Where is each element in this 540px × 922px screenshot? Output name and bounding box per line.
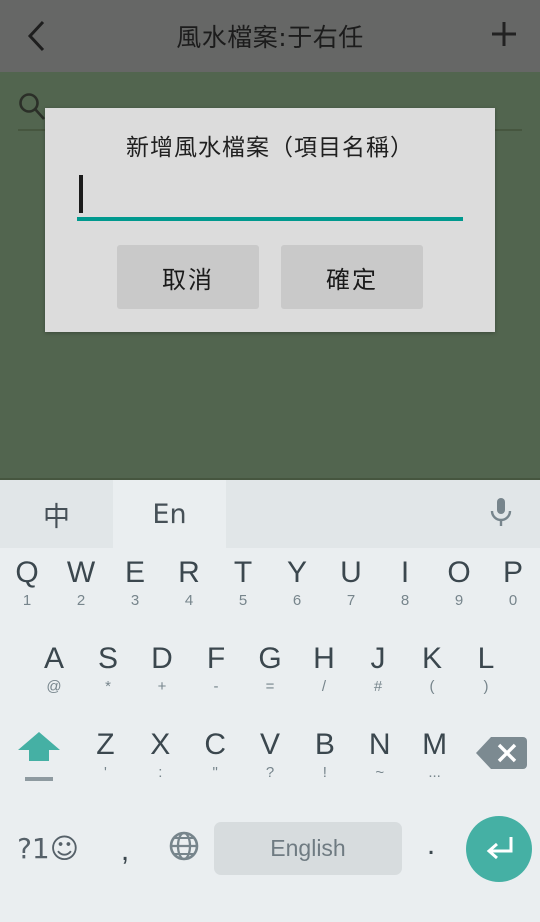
input-underline — [77, 217, 463, 221]
key-d[interactable]: D + — [135, 634, 189, 720]
symbol-switch-key[interactable]: ?1☺ — [0, 812, 96, 884]
key-v[interactable]: V? — [243, 720, 298, 806]
dialog-input-wrapper — [77, 170, 463, 221]
microphone-button[interactable] — [462, 480, 540, 548]
on-screen-keyboard: 中 En Q1 W2 E3 R4 T5 Y6 U7 I8 O9 P 0 A @ … — [0, 478, 540, 922]
key-s[interactable]: S * — [81, 634, 135, 720]
backspace-key[interactable] — [462, 720, 540, 806]
key-q[interactable]: Q1 — [0, 548, 54, 634]
dialog-title: 新增風水檔案（項目名稱） — [126, 135, 414, 161]
key-t[interactable]: T5 — [216, 548, 270, 634]
shift-arrow-icon — [16, 730, 62, 769]
key-u[interactable]: U7 — [324, 548, 378, 634]
shift-indicator — [25, 777, 53, 781]
dialog-button-row: 取消 確定 — [45, 245, 495, 309]
key-n[interactable]: N ~ — [352, 720, 407, 806]
key-l[interactable]: L) — [459, 634, 513, 720]
space-key[interactable]: English — [214, 822, 402, 875]
key-c[interactable]: C " — [188, 720, 243, 806]
microphone-icon — [488, 495, 514, 534]
language-switch-key[interactable] — [154, 812, 214, 884]
key-j[interactable]: J # — [351, 634, 405, 720]
keyboard-toolbar: 中 En — [0, 480, 540, 548]
period-key[interactable]: . — [402, 812, 460, 884]
cancel-button[interactable]: 取消 — [117, 245, 259, 309]
key-r[interactable]: R4 — [162, 548, 216, 634]
key-o[interactable]: O9 — [432, 548, 486, 634]
key-k[interactable]: K( — [405, 634, 459, 720]
new-record-dialog: 新增風水檔案（項目名稱） 取消 確定 — [45, 108, 495, 332]
comma-key[interactable]: , — [96, 812, 154, 884]
tab-english[interactable]: En — [113, 480, 226, 548]
key-x[interactable]: X: — [133, 720, 188, 806]
backspace-icon — [475, 734, 527, 777]
key-i[interactable]: I8 — [378, 548, 432, 634]
key-a[interactable]: A @ — [27, 634, 81, 720]
project-name-input[interactable] — [77, 170, 463, 216]
key-y[interactable]: Y6 — [270, 548, 324, 634]
modal-scrim[interactable]: 新增風水檔案（項目名稱） 取消 確定 — [0, 0, 540, 478]
screen: 風水檔案:于右任 新增風水檔案（項目名稱） 取消 確定 中 En Q 1 W 2… — [0, 0, 540, 922]
key-h[interactable]: H / — [297, 634, 351, 720]
keyboard-row-1: Q1 W2 E3 R4 T5 Y6 U7 I8 O9 P0 — [0, 548, 540, 634]
key-f[interactable]: F- — [189, 634, 243, 720]
key-b[interactable]: B! — [297, 720, 352, 806]
keyboard-row-4: ?1☺ , English . — [0, 806, 540, 892]
keyboard-row-3: Z ' X: C " V? B! N ~ M... — [0, 720, 540, 806]
tab-chinese[interactable]: 中 — [0, 480, 113, 548]
row3-letters: Z ' X: C " V? B! N ~ M... — [78, 720, 462, 806]
key-m[interactable]: M... — [407, 720, 462, 806]
enter-return-icon — [482, 832, 516, 867]
shift-key[interactable] — [0, 720, 78, 806]
key-p[interactable]: P0 — [486, 548, 540, 634]
key-g[interactable]: G = — [243, 634, 297, 720]
key-w[interactable]: W2 — [54, 548, 108, 634]
confirm-button[interactable]: 確定 — [281, 245, 423, 309]
enter-key[interactable] — [466, 816, 532, 882]
key-z[interactable]: Z ' — [78, 720, 133, 806]
keyboard-row-2: A @ S * D + F- G = H / J # K( L) — [0, 634, 540, 720]
globe-icon — [167, 829, 201, 868]
key-e[interactable]: E3 — [108, 548, 162, 634]
